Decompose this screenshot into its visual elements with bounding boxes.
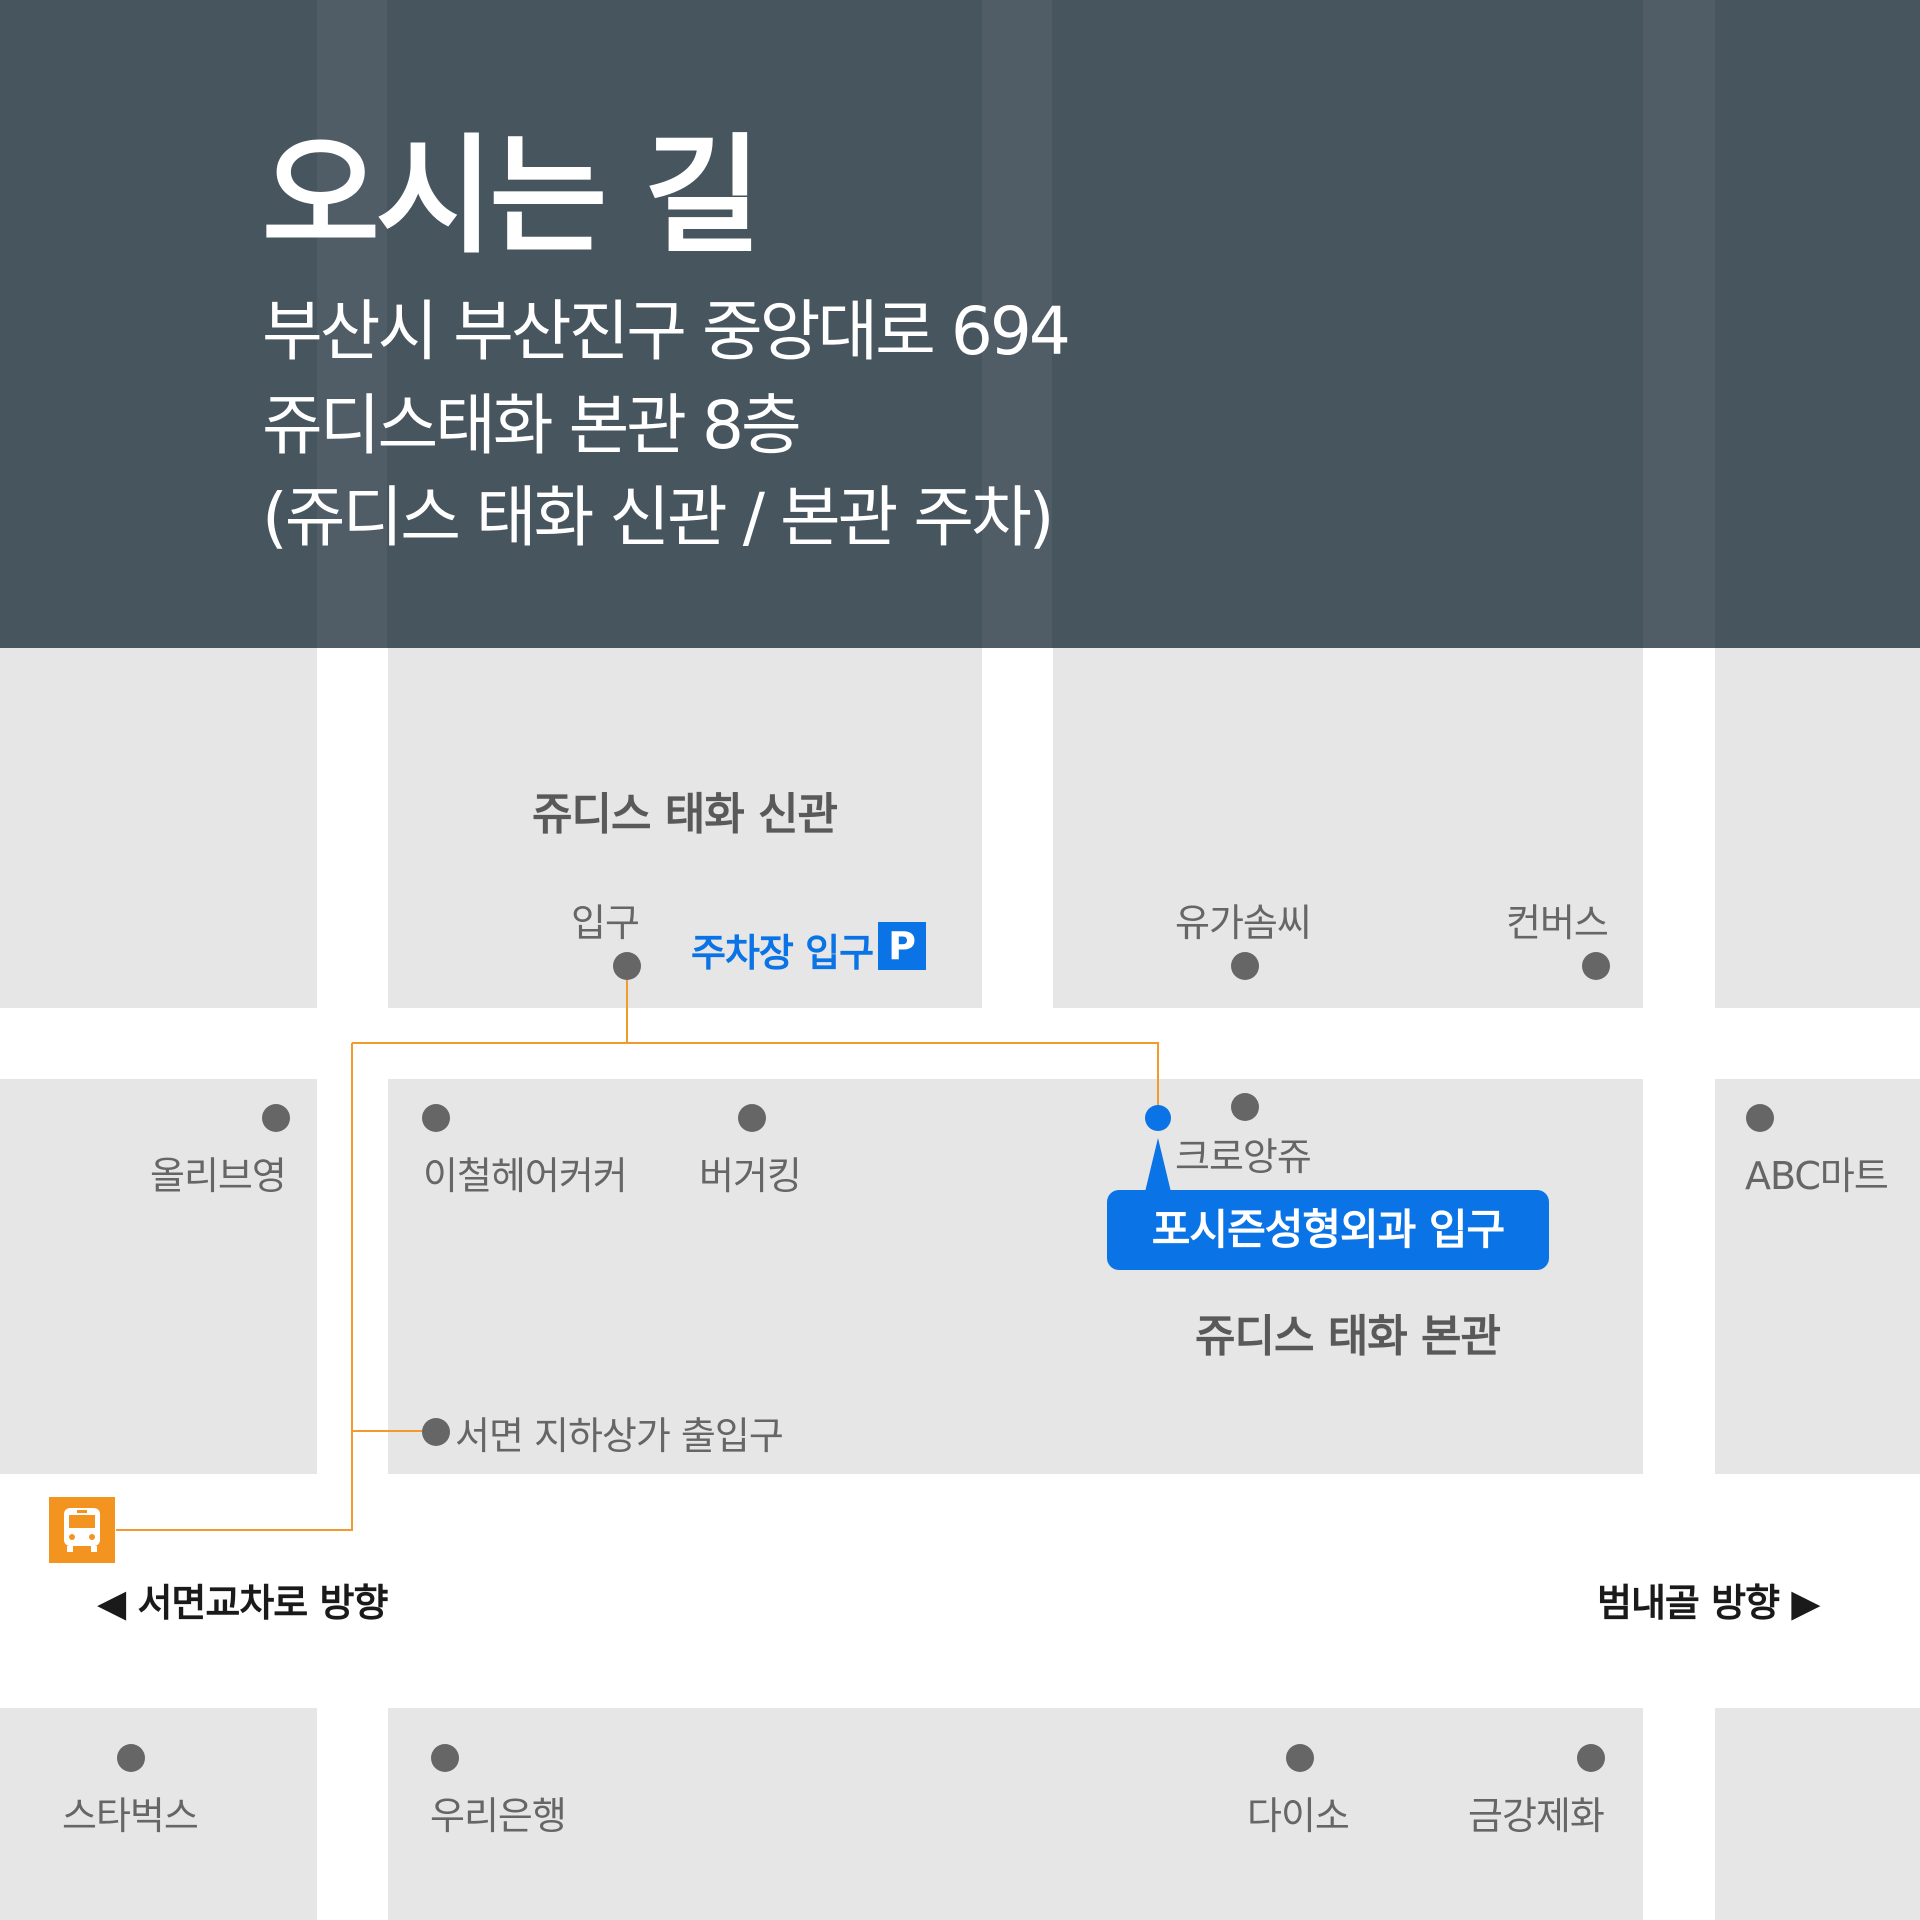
poi-crocs-dot (1231, 1093, 1259, 1121)
entrance-label: 입구 (571, 901, 640, 945)
poi-starbucks-label: 스타벅스 (62, 1794, 199, 1838)
poi-geumgang-dot (1577, 1744, 1605, 1772)
underground-entrance-label: 서면 지하상가 출입구 (455, 1414, 784, 1458)
bus-stop-icon (49, 1497, 115, 1563)
poi-yoogasomssi-label: 유가솜씨 (1175, 901, 1312, 945)
poi-yoogasomssi-dot (1231, 952, 1259, 980)
poi-converse-label: 컨버스 (1506, 901, 1609, 945)
poi-oliveyoung-dot (262, 1104, 290, 1132)
poi-daiso-dot (1286, 1744, 1314, 1772)
poi-leechul-label: 이철헤어커커 (423, 1154, 628, 1198)
callout-pointer (1145, 1138, 1171, 1192)
poi-daiso-label: 다이소 (1247, 1794, 1350, 1838)
parking-entrance-label: 주차장 입구 (691, 931, 874, 975)
poi-woori-bank-label: 우리은행 (430, 1794, 567, 1838)
clinic-entrance-callout: 포시즌성형외과 입구 (1107, 1190, 1549, 1270)
building-main-label: 쥬디스 태화 본관 (1195, 1311, 1501, 1362)
poi-abcmart-label: ABC마트 (1745, 1154, 1889, 1198)
direction-seomyeon-intersection: ◀ 서면교차로 방향 (97, 1581, 388, 1625)
parking-icon: P (878, 922, 926, 970)
clinic-entrance-dot (1145, 1105, 1171, 1131)
poi-converse-dot (1582, 952, 1610, 980)
poi-burgerking-label: 버거킹 (699, 1154, 802, 1198)
poi-crocs-label: 크로앙쥬 (1175, 1135, 1312, 1179)
poi-geumgang-label: 금강제화 (1468, 1794, 1605, 1838)
underground-entrance-dot (422, 1418, 450, 1446)
poi-oliveyoung-label: 올리브영 (150, 1154, 287, 1198)
direction-beomnaegol: 범내골 방향 ▶ (1597, 1581, 1820, 1625)
poi-starbucks-dot (117, 1744, 145, 1772)
building-new-wing-label: 쥬디스 태화 신관 (532, 789, 838, 840)
poi-woori-bank-dot (431, 1744, 459, 1772)
poi-leechul-dot (422, 1104, 450, 1132)
entrance-dot (613, 952, 641, 980)
poi-abcmart-dot (1746, 1104, 1774, 1132)
route-lines (116, 965, 1159, 1531)
poi-burgerking-dot (738, 1104, 766, 1132)
